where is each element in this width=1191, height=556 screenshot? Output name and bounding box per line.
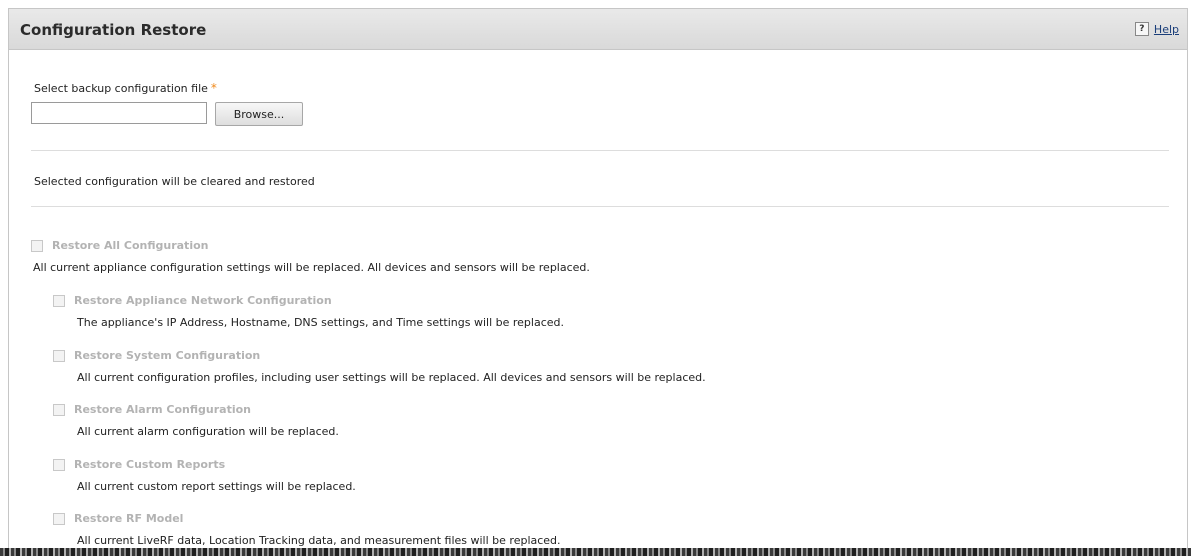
required-star-icon: *	[210, 81, 217, 95]
help-link[interactable]: ? Help	[1134, 22, 1179, 36]
restore-system-label: Restore System Configuration	[74, 349, 261, 362]
panel-header: Configuration Restore ? Help	[9, 9, 1187, 50]
restore-rf-model-checkbox[interactable]	[53, 512, 65, 525]
restore-all-label: Restore All Configuration	[52, 239, 209, 252]
restore-notice: Selected configuration will be cleared a…	[34, 175, 315, 188]
page-title: Configuration Restore	[20, 21, 207, 39]
option-restore-all: Restore All Configuration All current ap…	[31, 239, 590, 274]
restore-custom-reports-description: All current custom report settings will …	[77, 480, 356, 493]
restore-custom-reports-label: Restore Custom Reports	[74, 458, 226, 471]
help-icon[interactable]: ?	[1134, 22, 1149, 36]
restore-custom-reports-checkbox[interactable]	[53, 458, 65, 471]
file-label-text: Select backup configuration file	[34, 81, 208, 95]
option-restore-system: Restore System Configuration All current…	[53, 349, 706, 384]
restore-alarm-description: All current alarm configuration will be …	[77, 425, 339, 438]
divider	[31, 206, 1169, 207]
restore-all-description: All current appliance configuration sett…	[33, 261, 590, 274]
help-label[interactable]: Help	[1154, 23, 1179, 36]
restore-system-checkbox[interactable]	[53, 349, 65, 362]
backup-file-input[interactable]	[31, 102, 207, 124]
divider	[31, 150, 1169, 151]
browse-button[interactable]: Browse...	[215, 102, 303, 126]
file-field-label: Select backup configuration file *	[34, 81, 217, 95]
restore-alarm-label: Restore Alarm Configuration	[74, 403, 252, 416]
restore-alarm-checkbox[interactable]	[53, 403, 65, 416]
restore-rf-model-description: All current LiveRF data, Location Tracki…	[77, 534, 561, 547]
restore-network-label: Restore Appliance Network Configuration	[74, 294, 332, 307]
option-restore-network: Restore Appliance Network Configuration …	[53, 294, 564, 329]
configuration-restore-panel: Configuration Restore ? Help Select back…	[8, 8, 1188, 556]
option-restore-alarm: Restore Alarm Configuration All current …	[53, 403, 339, 438]
cropped-content-strip	[0, 548, 1191, 556]
restore-network-description: The appliance's IP Address, Hostname, DN…	[77, 316, 564, 329]
option-restore-custom-reports: Restore Custom Reports All current custo…	[53, 458, 356, 493]
restore-rf-model-label: Restore RF Model	[74, 512, 184, 525]
restore-network-checkbox[interactable]	[53, 294, 65, 307]
restore-all-checkbox[interactable]	[31, 239, 43, 252]
restore-system-description: All current configuration profiles, incl…	[77, 371, 706, 384]
option-restore-rf-model: Restore RF Model All current LiveRF data…	[53, 512, 561, 547]
